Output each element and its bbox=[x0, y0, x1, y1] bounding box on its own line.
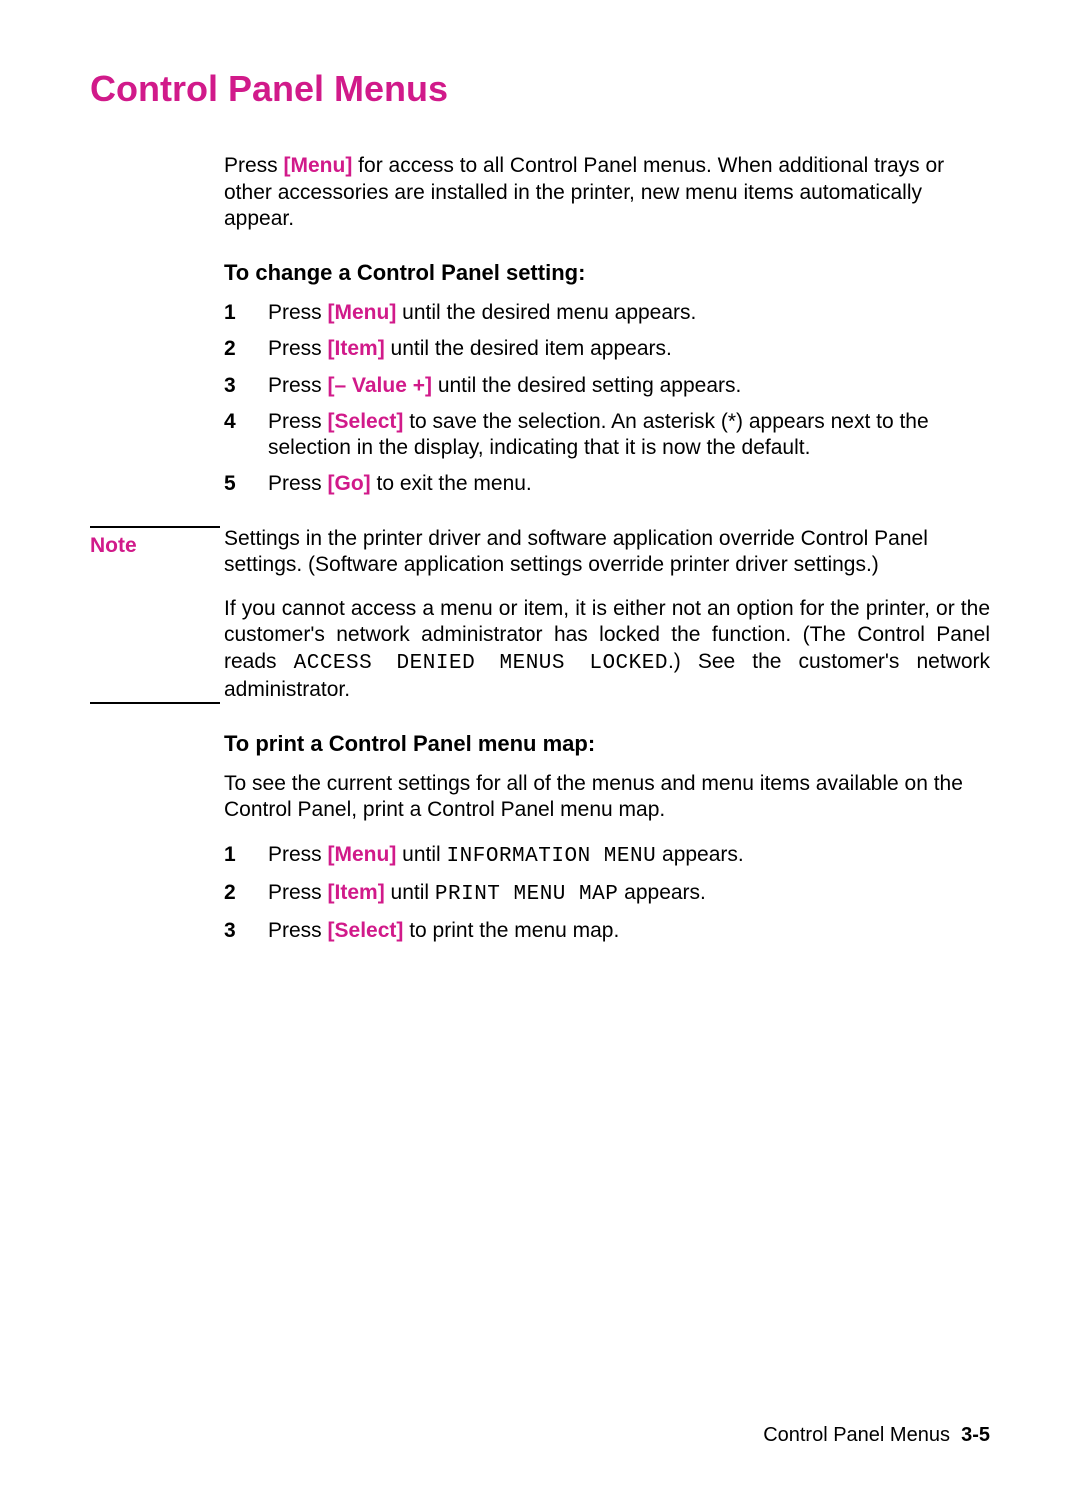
note-paragraph-1: Settings in the printer driver and softw… bbox=[224, 526, 990, 579]
content-column: To print a Control Panel menu map: To se… bbox=[224, 731, 990, 944]
note-label: Note bbox=[90, 534, 220, 558]
section2-intro: To see the current settings for all of t… bbox=[224, 771, 990, 824]
step-pre: Press bbox=[268, 301, 328, 324]
section2-heading: To print a Control Panel menu map: bbox=[224, 731, 990, 757]
page: Control Panel Menus Press [Menu] for acc… bbox=[0, 0, 1080, 1495]
step-post: appears. bbox=[656, 843, 744, 866]
step-number: 2 bbox=[224, 336, 252, 362]
step-number: 2 bbox=[224, 880, 252, 906]
step-item: 2 Press [Item] until the desired item ap… bbox=[224, 336, 990, 362]
step-pre: Press bbox=[268, 410, 328, 433]
section1-heading: To change a Control Panel setting: bbox=[224, 260, 990, 286]
display-text: ACCESS DENIED MENUS LOCKED bbox=[294, 652, 668, 675]
step-item: 5 Press [Go] to exit the menu. bbox=[224, 471, 990, 497]
step-pre: Press bbox=[268, 919, 328, 942]
select-key: [Select] bbox=[328, 919, 404, 942]
menu-key: [Menu] bbox=[328, 843, 397, 866]
value-key: [– Value +] bbox=[328, 374, 432, 397]
item-key: [Item] bbox=[328, 881, 385, 904]
note-block: Note Settings in the printer driver and … bbox=[90, 526, 990, 704]
note-rule-top bbox=[90, 526, 220, 528]
page-footer: Control Panel Menus 3-5 bbox=[763, 1424, 990, 1447]
step-item: 1 Press [Menu] until the desired menu ap… bbox=[224, 300, 990, 326]
step-pre: Press bbox=[268, 374, 328, 397]
step-number: 1 bbox=[224, 300, 252, 326]
page-number: 3-5 bbox=[961, 1424, 990, 1446]
step-post: to print the menu map. bbox=[403, 919, 619, 942]
step-post: until the desired setting appears. bbox=[432, 374, 741, 397]
step-post: to exit the menu. bbox=[371, 472, 532, 495]
step-pre: Press bbox=[268, 337, 328, 360]
step-mid: until bbox=[385, 881, 435, 904]
go-key: [Go] bbox=[328, 472, 371, 495]
step-post: until the desired menu appears. bbox=[396, 301, 696, 324]
step-number: 3 bbox=[224, 918, 252, 944]
note-rule-bottom bbox=[90, 702, 220, 704]
step-post: appears. bbox=[618, 881, 706, 904]
step-item: 3 Press [Select] to print the menu map. bbox=[224, 918, 990, 944]
note-body: Settings in the printer driver and softw… bbox=[224, 526, 990, 704]
step-number: 5 bbox=[224, 471, 252, 497]
intro-paragraph: Press [Menu] for access to all Control P… bbox=[224, 153, 990, 232]
content-column: Press [Menu] for access to all Control P… bbox=[224, 153, 990, 497]
menu-key: [Menu] bbox=[328, 301, 397, 324]
step-number: 1 bbox=[224, 842, 252, 868]
step-pre: Press bbox=[268, 881, 328, 904]
page-title: Control Panel Menus bbox=[90, 68, 990, 109]
section1-steps: 1 Press [Menu] until the desired menu ap… bbox=[224, 300, 990, 498]
display-text: PRINT MENU MAP bbox=[435, 883, 618, 906]
step-mid: until bbox=[396, 843, 446, 866]
step-post: until the desired item appears. bbox=[385, 337, 672, 360]
select-key: [Select] bbox=[328, 410, 404, 433]
step-item: 4 Press [Select] to save the selection. … bbox=[224, 409, 990, 462]
step-pre: Press bbox=[268, 843, 328, 866]
display-text: INFORMATION MENU bbox=[447, 845, 657, 868]
item-key: [Item] bbox=[328, 337, 385, 360]
step-item: 1 Press [Menu] until INFORMATION MENU ap… bbox=[224, 842, 990, 870]
section2-steps: 1 Press [Menu] until INFORMATION MENU ap… bbox=[224, 842, 990, 945]
step-item: 3 Press [– Value +] until the desired se… bbox=[224, 373, 990, 399]
intro-pre: Press bbox=[224, 154, 284, 177]
note-paragraph-2: If you cannot access a menu or item, it … bbox=[224, 596, 990, 703]
menu-key: [Menu] bbox=[284, 154, 353, 177]
step-number: 3 bbox=[224, 373, 252, 399]
step-item: 2 Press [Item] until PRINT MENU MAP appe… bbox=[224, 880, 990, 908]
step-pre: Press bbox=[268, 472, 328, 495]
footer-text: Control Panel Menus bbox=[763, 1424, 950, 1446]
step-number: 4 bbox=[224, 409, 252, 435]
